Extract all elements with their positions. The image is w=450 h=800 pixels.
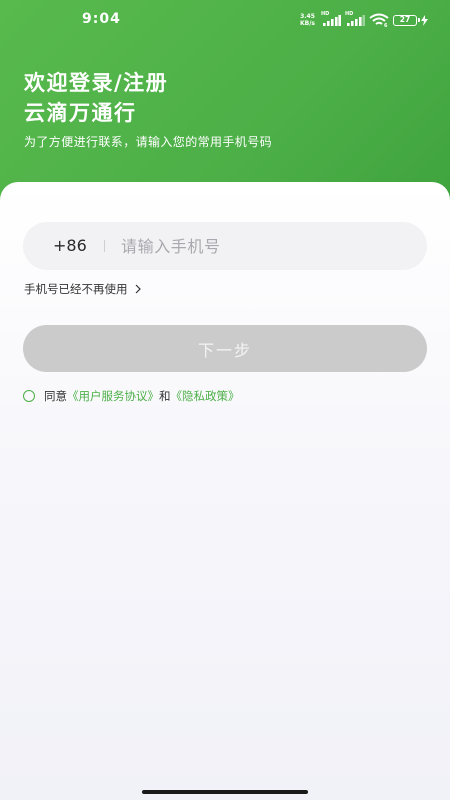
phone-input[interactable] <box>121 234 411 258</box>
divider <box>104 240 105 252</box>
phone-no-longer-used-label: 手机号已经不再使用 <box>24 282 128 296</box>
network-speed-unit: KB/s <box>300 20 315 27</box>
agree-radio[interactable] <box>23 390 35 402</box>
agree-prefix: 同意 <box>44 389 67 403</box>
battery-level: 27 <box>399 14 411 24</box>
status-bar: 9:04 3.45 KB/s HD HD 6 27 <box>0 0 450 40</box>
privacy-policy-link[interactable]: 《隐私政策》 <box>171 388 240 404</box>
battery-icon: 27 <box>393 14 420 26</box>
signal-icon: HD <box>345 11 365 26</box>
phone-input-row: +86 <box>23 222 427 270</box>
next-button[interactable]: 下一步 <box>23 325 427 372</box>
agreement-row: 同意 《用户服务协议》 和 《隐私政策》 <box>23 388 240 404</box>
network-speed: 3.45 KB/s <box>300 13 315 27</box>
network-speed-value: 3.45 <box>300 13 315 20</box>
subtitle: 为了方便进行联系，请输入您的常用手机号码 <box>24 135 273 149</box>
app-name: 云滴万通行 <box>24 101 137 125</box>
signal-icon: HD <box>321 11 341 26</box>
status-icons: 3.45 KB/s HD HD 6 27 <box>300 11 428 28</box>
chevron-right-icon <box>135 284 141 294</box>
user-agreement-link[interactable]: 《用户服务协议》 <box>67 388 159 404</box>
charging-icon <box>421 14 428 26</box>
country-code[interactable]: +86 <box>53 236 87 256</box>
agree-and: 和 <box>159 389 171 403</box>
phone-no-longer-used-link[interactable]: 手机号已经不再使用 <box>24 281 142 297</box>
wifi-label: 6 <box>384 23 388 27</box>
wifi-icon: 6 <box>369 13 389 27</box>
welcome-title: 欢迎登录/注册 <box>24 71 169 95</box>
status-time: 9:04 <box>82 11 121 27</box>
login-card: +86 手机号已经不再使用 下一步 同意 《用户服务协议》 和 《隐私政策》 <box>0 182 450 800</box>
home-indicator <box>142 790 308 794</box>
